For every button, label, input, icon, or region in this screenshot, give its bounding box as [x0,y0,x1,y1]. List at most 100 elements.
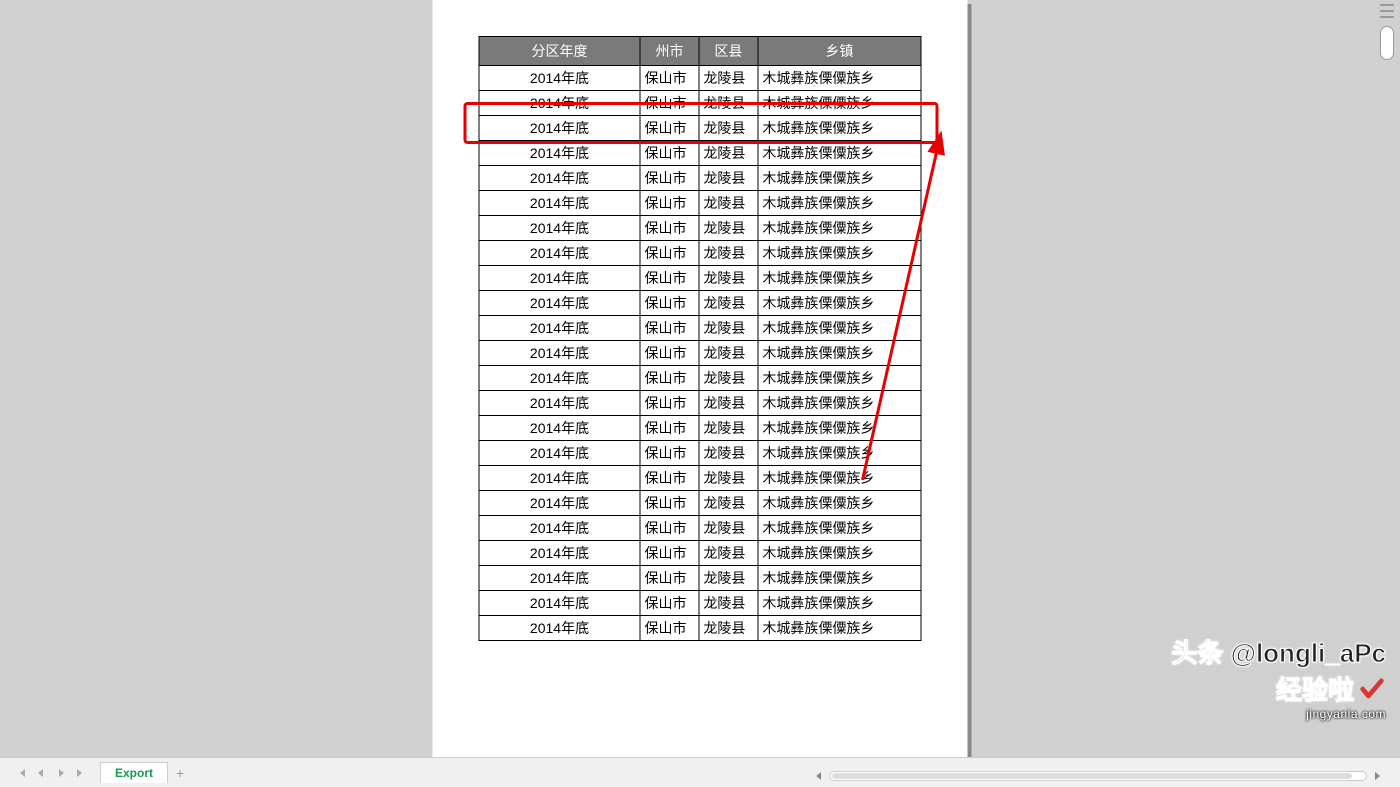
cell-city: 保山市 [640,241,699,266]
cell-year: 2014年底 [479,441,640,466]
cell-town: 木城彝族傈僳族乡 [758,141,921,166]
cell-year: 2014年底 [479,291,640,316]
watermark: 头条 @longli_aPc 经验啦 jingyanla.com [1171,633,1386,721]
cell-county: 龙陵县 [699,516,758,541]
scroll-left-button[interactable] [813,770,825,782]
cell-year: 2014年底 [479,566,640,591]
horizontal-scrollbar[interactable] [813,769,1383,783]
table-row: 2014年底保山市龙陵县木城彝族傈僳族乡 [479,241,921,266]
cell-county: 龙陵县 [699,316,758,341]
data-table: 分区年度 州市 区县 乡镇 2014年底保山市龙陵县木城彝族傈僳族乡2014年底… [479,36,922,641]
sheet-tab-export[interactable]: Export [100,762,168,783]
cell-town: 木城彝族傈僳族乡 [758,566,921,591]
sheet-nav-buttons [12,764,90,782]
cell-town: 木城彝族傈僳族乡 [758,266,921,291]
col-header-city: 州市 [640,37,699,66]
cell-town: 木城彝族傈僳族乡 [758,341,921,366]
cell-town: 木城彝族傈僳族乡 [758,541,921,566]
cell-year: 2014年底 [479,116,640,141]
table-row: 2014年底保山市龙陵县木城彝族傈僳族乡 [479,141,921,166]
cell-county: 龙陵县 [699,116,758,141]
watermark-text-2: 经验啦 [1276,670,1386,707]
cell-town: 木城彝族傈僳族乡 [758,66,921,91]
cell-city: 保山市 [640,516,699,541]
view-control-line[interactable] [1380,16,1394,18]
cell-year: 2014年底 [479,416,640,441]
table-row: 2014年底保山市龙陵县木城彝族傈僳族乡 [479,266,921,291]
view-control-pill[interactable] [1380,26,1394,60]
col-header-county: 区县 [699,37,758,66]
table-row: 2014年底保山市龙陵县木城彝族傈僳族乡 [479,491,921,516]
cell-year: 2014年底 [479,591,640,616]
table-row: 2014年底保山市龙陵县木城彝族傈僳族乡 [479,191,921,216]
scrollbar-thumb[interactable] [832,773,1352,779]
cell-year: 2014年底 [479,541,640,566]
cell-county: 龙陵县 [699,416,758,441]
table-header-row: 分区年度 州市 区县 乡镇 [479,37,921,66]
cell-city: 保山市 [640,341,699,366]
view-control-line[interactable] [1380,4,1394,6]
cell-county: 龙陵县 [699,616,758,641]
sheet-tab-bar: Export + [0,757,1400,787]
cell-county: 龙陵县 [699,66,758,91]
cell-year: 2014年底 [479,266,640,291]
table-row: 2014年底保山市龙陵县木城彝族傈僳族乡 [479,366,921,391]
cell-city: 保山市 [640,191,699,216]
cell-county: 龙陵县 [699,541,758,566]
cell-year: 2014年底 [479,341,640,366]
cell-year: 2014年底 [479,141,640,166]
add-sheet-button[interactable]: + [176,765,184,781]
cell-city: 保山市 [640,366,699,391]
cell-county: 龙陵县 [699,216,758,241]
cell-city: 保山市 [640,266,699,291]
table-row: 2014年底保山市龙陵县木城彝族傈僳族乡 [479,591,921,616]
cell-county: 龙陵县 [699,566,758,591]
table-row: 2014年底保山市龙陵县木城彝族傈僳族乡 [479,466,921,491]
watermark-url: jingyanla.com [1171,707,1386,721]
cell-city: 保山市 [640,316,699,341]
table-row: 2014年底保山市龙陵县木城彝族傈僳族乡 [479,166,921,191]
cell-town: 木城彝族傈僳族乡 [758,316,921,341]
nav-last-button[interactable] [72,764,90,782]
cell-town: 木城彝族傈僳族乡 [758,591,921,616]
cell-town: 木城彝族傈僳族乡 [758,166,921,191]
table-row: 2014年底保山市龙陵县木城彝族傈僳族乡 [479,416,921,441]
table-row: 2014年底保山市龙陵县木城彝族傈僳族乡 [479,341,921,366]
cell-town: 木城彝族傈僳族乡 [758,91,921,116]
cell-year: 2014年底 [479,516,640,541]
scrollbar-track[interactable] [829,771,1367,781]
cell-town: 木城彝族傈僳族乡 [758,616,921,641]
workspace[interactable]: 分区年度 州市 区县 乡镇 2014年底保山市龙陵县木城彝族傈僳族乡2014年底… [0,0,1400,757]
cell-city: 保山市 [640,141,699,166]
cell-city: 保山市 [640,541,699,566]
table-row: 2014年底保山市龙陵县木城彝族傈僳族乡 [479,441,921,466]
cell-county: 龙陵县 [699,341,758,366]
cell-year: 2014年底 [479,241,640,266]
cell-county: 龙陵县 [699,366,758,391]
cell-city: 保山市 [640,91,699,116]
table-row: 2014年底保山市龙陵县木城彝族傈僳族乡 [479,216,921,241]
view-control-line[interactable] [1380,10,1394,12]
cell-town: 木城彝族傈僳族乡 [758,191,921,216]
cell-city: 保山市 [640,216,699,241]
cell-year: 2014年底 [479,166,640,191]
table-row: 2014年底保山市龙陵县木城彝族傈僳族乡 [479,316,921,341]
table-row: 2014年底保山市龙陵县木城彝族傈僳族乡 [479,566,921,591]
cell-town: 木城彝族傈僳族乡 [758,491,921,516]
nav-next-button[interactable] [52,764,70,782]
cell-city: 保山市 [640,466,699,491]
table-row: 2014年底保山市龙陵县木城彝族傈僳族乡 [479,391,921,416]
nav-first-button[interactable] [12,764,30,782]
cell-year: 2014年底 [479,466,640,491]
cell-town: 木城彝族傈僳族乡 [758,291,921,316]
cell-town: 木城彝族傈僳族乡 [758,116,921,141]
cell-city: 保山市 [640,416,699,441]
cell-year: 2014年底 [479,491,640,516]
cell-county: 龙陵县 [699,291,758,316]
nav-prev-button[interactable] [32,764,50,782]
cell-town: 木城彝族傈僳族乡 [758,241,921,266]
cell-county: 龙陵县 [699,241,758,266]
cell-year: 2014年底 [479,216,640,241]
cell-city: 保山市 [640,566,699,591]
scroll-right-button[interactable] [1371,770,1383,782]
